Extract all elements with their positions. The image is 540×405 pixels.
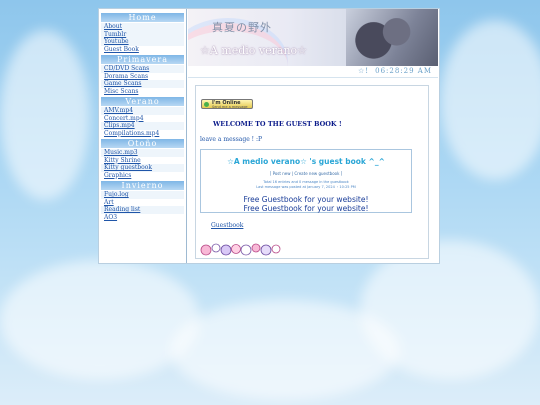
guestbook-stats-line2: Last message was posted at January 7, 20… — [256, 185, 356, 189]
sidebar-link-amv[interactable]: AMV.mp4 — [101, 107, 184, 115]
sidebar-link-fujo-log[interactable]: Fujo.log — [101, 191, 184, 199]
sidebar-heading-primavera: Primavera — [101, 55, 184, 64]
online-status-badge[interactable]: I'm Online Send me a message — [201, 99, 253, 109]
clock-bar: ☆! 06:28:29 AM — [188, 66, 438, 78]
free-guestbook-ad-2[interactable]: Free Guestbook for your website! — [201, 204, 411, 213]
online-dot-icon — [204, 102, 209, 107]
sidebar-link-game-scans[interactable]: Game Scans — [101, 80, 184, 88]
sidebar-link-compilations[interactable]: Compilations.mp4 — [101, 130, 184, 138]
guestbook-widget: ☆A medio verano☆ 's guest book ^_^ [ Pos… — [200, 149, 412, 213]
cloud — [0, 30, 90, 200]
sidebar-heading-invierno: Invierno — [101, 181, 184, 190]
online-sublabel: Send me a message — [212, 105, 248, 109]
sidebar: Home About Tumblr Youtube Guest Book Pri… — [99, 9, 187, 263]
sidebar-link-tumblr[interactable]: Tumblr — [101, 30, 184, 38]
cloud — [440, 20, 540, 180]
sidebar-link-cd-dvd-scans[interactable]: CD/DVD Scans — [101, 65, 184, 73]
content-box: I'm Online Send me a message WELCOME TO … — [195, 85, 429, 259]
clock-time: 06:28:29 AM — [375, 67, 432, 75]
decorative-sticker — [200, 243, 281, 256]
sidebar-link-guest-book[interactable]: Guest Book — [101, 46, 184, 54]
sidebar-link-kitty-shrine[interactable]: Kitty Shrine — [101, 157, 184, 165]
sidebar-link-concert[interactable]: Concert.mp4 — [101, 115, 184, 123]
sidebar-link-graphics[interactable]: Graphics — [101, 172, 184, 180]
guestbook-link[interactable]: Guestbook — [211, 222, 243, 229]
clock-star: ☆! — [358, 67, 370, 75]
sidebar-link-kitty-guestbook[interactable]: Kitty guestbook — [101, 164, 184, 172]
sidebar-link-art[interactable]: Art — [101, 199, 184, 207]
banner-photo — [346, 9, 438, 66]
welcome-heading: WELCOME TO THE GUEST BOOK ! — [213, 120, 342, 128]
site-title: ☆A medio verano☆ — [200, 44, 308, 57]
sidebar-link-reading-list[interactable]: Reading list — [101, 206, 184, 214]
leave-message-text: leave a message ! :P — [200, 136, 263, 143]
site-frame: Home About Tumblr Youtube Guest Book Pri… — [98, 8, 440, 264]
sidebar-link-youtube[interactable]: Youtube — [101, 38, 184, 46]
banner-japanese-title: 真夏の野外 — [212, 21, 272, 34]
main-area: 真夏の野外 ☆A medio verano☆ ☆! 06:28:29 AM I'm… — [187, 9, 439, 263]
sidebar-link-ao3[interactable]: AO3 — [101, 214, 184, 222]
sidebar-link-dorama-scans[interactable]: Dorama Scans — [101, 73, 184, 81]
sidebar-heading-otono: Otoño — [101, 139, 184, 148]
sidebar-heading-home: Home — [101, 13, 184, 22]
sidebar-link-clips[interactable]: Clips.mp4 — [101, 122, 184, 130]
header-banner: 真夏の野外 ☆A medio verano☆ — [188, 9, 438, 66]
guestbook-actions[interactable]: [ Post new | Create new guestbook ] — [201, 171, 411, 176]
cloud — [0, 260, 200, 380]
free-guestbook-ad-1[interactable]: Free Guestbook for your website! — [201, 195, 411, 204]
guestbook-stats-line1: Total 16 entries and 0 message in the gu… — [263, 180, 349, 184]
sidebar-link-misc-scans[interactable]: Misc Scans — [101, 88, 184, 96]
guestbook-stats: Total 16 entries and 0 message in the gu… — [201, 180, 411, 190]
sidebar-link-about[interactable]: About — [101, 23, 184, 31]
sidebar-link-music[interactable]: Music.mp3 — [101, 149, 184, 157]
sidebar-heading-verano: Verano — [101, 97, 184, 106]
guestbook-title: ☆A medio verano☆ 's guest book ^_^ — [227, 157, 385, 166]
